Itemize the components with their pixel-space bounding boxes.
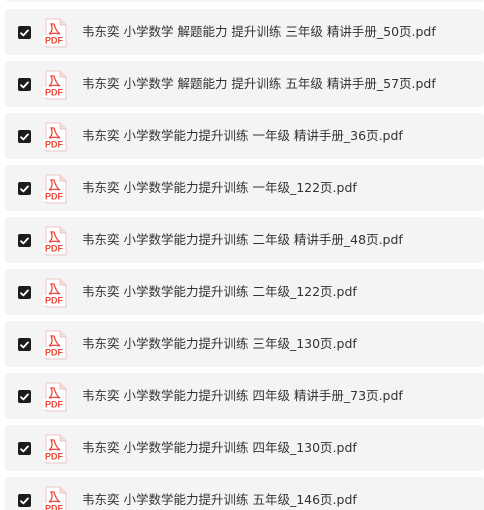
pdf-icon-label: PDF	[45, 192, 64, 202]
checkmark-icon	[20, 237, 29, 244]
checkmark-icon	[20, 29, 29, 36]
checkmark-icon	[20, 185, 29, 192]
file-row[interactable]: PDF 韦东奕 小学数学能力提升训练 四年级_130页.pdf	[5, 425, 484, 471]
checkbox-checked[interactable]	[18, 286, 31, 299]
file-row[interactable]: PDF 韦东奕 小学数学 解题能力 提升训练 三年级 精讲手册_50页.pdf	[5, 9, 484, 55]
checkbox-checked[interactable]	[18, 338, 31, 351]
file-row[interactable]: PDF 韦东奕 小学数学 解题能力 提升训练 五年级 精讲手册_57页.pdf	[5, 61, 484, 107]
file-name: 韦东奕 小学数学能力提升训练 二年级 精讲手册_48页.pdf	[82, 232, 403, 247]
pdf-icon-label: PDF	[45, 140, 64, 150]
checkbox-checked[interactable]	[18, 26, 31, 39]
checkbox-checked[interactable]	[18, 234, 31, 247]
pdf-icon: PDF	[41, 278, 69, 308]
file-name: 韦东奕 小学数学能力提升训练 四年级_130页.pdf	[82, 440, 357, 455]
checkmark-icon	[20, 81, 29, 88]
pdf-icon: PDF	[41, 70, 69, 100]
file-row-partial-top[interactable]	[5, 0, 484, 2]
checkmark-icon	[20, 393, 29, 400]
file-row[interactable]: PDF 韦东奕 小学数学能力提升训练 二年级_122页.pdf	[5, 269, 484, 315]
file-row[interactable]: PDF 韦东奕 小学数学能力提升训练 二年级 精讲手册_48页.pdf	[5, 217, 484, 263]
file-row[interactable]: PDF 韦东奕 小学数学能力提升训练 五年级_146页.pdf	[5, 477, 484, 510]
file-name: 韦东奕 小学数学能力提升训练 五年级_146页.pdf	[82, 492, 357, 507]
file-row[interactable]: PDF 韦东奕 小学数学能力提升训练 四年级 精讲手册_73页.pdf	[5, 373, 484, 419]
file-name: 韦东奕 小学数学能力提升训练 四年级 精讲手册_73页.pdf	[82, 388, 403, 403]
checkbox-checked[interactable]	[18, 78, 31, 91]
file-name: 韦东奕 小学数学能力提升训练 一年级 精讲手册_36页.pdf	[82, 128, 403, 143]
file-list-viewport: PDF 韦东奕 小学数学 解题能力 提升训练 三年级 精讲手册_50页.pdf PD…	[0, 0, 484, 510]
file-name: 韦东奕 小学数学 解题能力 提升训练 五年级 精讲手册_57页.pdf	[82, 76, 436, 91]
checkbox-checked[interactable]	[18, 130, 31, 143]
pdf-icon: PDF	[41, 330, 69, 360]
pdf-icon-label: PDF	[45, 348, 64, 358]
checkmark-icon	[20, 445, 29, 452]
checkbox-checked[interactable]	[18, 494, 31, 507]
checkmark-icon	[20, 497, 29, 504]
pdf-icon-label: PDF	[45, 36, 64, 46]
pdf-icon-label: PDF	[45, 244, 64, 254]
file-name: 韦东奕 小学数学 解题能力 提升训练 三年级 精讲手册_50页.pdf	[82, 24, 436, 39]
file-name: 韦东奕 小学数学能力提升训练 二年级_122页.pdf	[82, 284, 357, 299]
checkbox-checked[interactable]	[18, 442, 31, 455]
file-row[interactable]: PDF 韦东奕 小学数学能力提升训练 三年级_130页.pdf	[5, 321, 484, 367]
pdf-icon-label: PDF	[45, 88, 64, 98]
checkmark-icon	[20, 133, 29, 140]
pdf-icon: PDF	[41, 174, 69, 204]
checkmark-icon	[20, 289, 29, 296]
pdf-icon-label: PDF	[45, 452, 64, 462]
pdf-icon: PDF	[41, 122, 69, 152]
file-row[interactable]: PDF 韦东奕 小学数学能力提升训练 一年级 精讲手册_36页.pdf	[5, 113, 484, 159]
pdf-icon: PDF	[41, 382, 69, 412]
file-row[interactable]: PDF 韦东奕 小学数学能力提升训练 一年级_122页.pdf	[5, 165, 484, 211]
file-name: 韦东奕 小学数学能力提升训练 一年级_122页.pdf	[82, 180, 357, 195]
pdf-icon: PDF	[41, 486, 69, 510]
file-name: 韦东奕 小学数学能力提升训练 三年级_130页.pdf	[82, 336, 357, 351]
checkbox-checked[interactable]	[18, 182, 31, 195]
pdf-icon: PDF	[41, 226, 69, 256]
pdf-icon: PDF	[41, 18, 69, 48]
pdf-icon-label: PDF	[45, 400, 64, 410]
checkmark-icon	[20, 341, 29, 348]
pdf-icon: PDF	[41, 434, 69, 464]
pdf-icon-label: PDF	[45, 504, 64, 510]
pdf-icon-label: PDF	[45, 296, 64, 306]
checkbox-checked[interactable]	[18, 390, 31, 403]
